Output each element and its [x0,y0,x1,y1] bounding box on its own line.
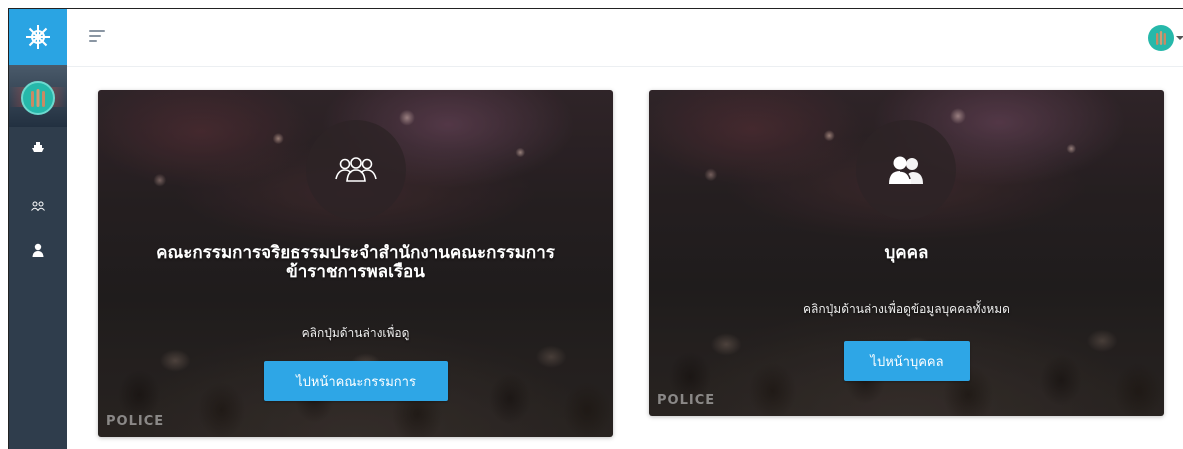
app-window: POLICE คณะกรรมการจริยธรรมประจำสำนักงานคณ… [8,8,1183,449]
hamburger-menu-icon[interactable] [89,30,107,44]
committee-icon-circle [306,120,406,220]
person-icon-circle [856,120,956,220]
go-to-committee-button[interactable]: ไปหน้าคณะกรรมการ [264,361,448,401]
chevron-down-icon[interactable] [1176,36,1183,40]
sidebar [9,9,67,449]
sidebar-avatar[interactable] [21,81,55,115]
avatar-figures-icon [31,89,45,107]
user-avatar[interactable] [1148,25,1174,51]
group-icon [31,201,45,211]
go-to-person-button[interactable]: ไปหน้าบุคคล [844,341,970,381]
sidebar-profile [9,65,67,127]
committee-group-icon [335,157,377,182]
committee-title-line2: ข้าราชการพลเรือน [286,262,425,282]
person-card: POLICE บุคคล คลิกปุ่มด้านล่างเพื่อดูข้อม… [649,90,1164,416]
topbar [67,9,1183,67]
ship-icon [32,142,44,152]
sidebar-item-ship[interactable] [9,140,67,154]
sidebar-item-person[interactable] [9,243,67,257]
committee-title-line1: คณะกรรมการจริยธรรมประจำสำนักงานคณะกรรมกา… [156,243,555,263]
sidebar-item-group[interactable] [9,201,67,211]
users-icon [889,156,923,184]
logo[interactable] [9,9,67,65]
ship-wheel-icon [26,25,50,49]
person-icon [32,243,44,257]
avatar-figures-icon [1156,31,1166,45]
committee-card: POLICE คณะกรรมการจริยธรรมประจำสำนักงานคณ… [98,90,613,437]
person-description: คลิกปุ่มด้านล่างเพื่อดูข้อมูลบุคคลทั้งหม… [803,302,1010,316]
person-title: บุคคล [884,243,929,263]
committee-description: คลิกปุ่มด้านล่างเพื่อดู [301,326,410,340]
